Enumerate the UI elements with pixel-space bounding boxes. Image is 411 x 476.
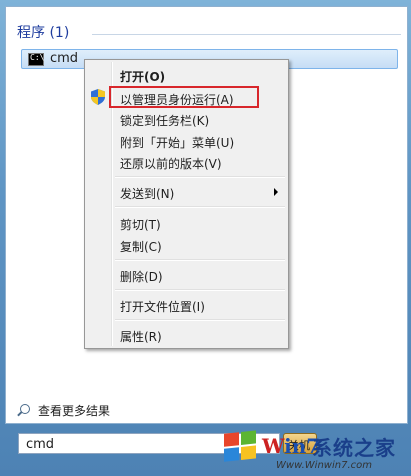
watermark: Win7 系统之家 Www.Winwin7.com (222, 428, 411, 476)
menu-item-properties[interactable]: 属性(R) (120, 328, 162, 345)
menu-item-delete[interactable]: 删除(D) (120, 268, 163, 285)
watermark-url: Www.Winwin7.com (276, 460, 372, 471)
menu-item-open[interactable]: 打开(O) (120, 68, 165, 85)
search-input-value: cmd (26, 437, 55, 452)
search-icon (20, 404, 30, 414)
menu-item-pin-start[interactable]: 附到「开始」菜单(U) (120, 134, 234, 151)
menu-item-cut[interactable]: 剪切(T) (120, 216, 161, 233)
menu-separator (115, 176, 285, 178)
see-more-label: 查看更多结果 (38, 404, 111, 418)
menu-item-send-to[interactable]: 发送到(N) (120, 185, 174, 202)
highlight-annotation-box (109, 86, 259, 108)
menu-item-pin-taskbar[interactable]: 锁定到任务栏(K) (120, 112, 209, 129)
menu-item-restore-versions[interactable]: 还原以前的版本(V) (120, 155, 222, 172)
menu-separator (115, 319, 285, 321)
menu-separator (115, 289, 285, 291)
section-divider (92, 34, 401, 35)
uac-shield-icon (91, 89, 105, 105)
menu-item-open-location[interactable]: 打开文件位置(I) (120, 298, 205, 315)
menu-item-copy[interactable]: 复制(C) (120, 238, 162, 255)
submenu-arrow-icon (274, 188, 278, 196)
watermark-suffix: 系统之家 (312, 436, 396, 460)
menu-separator (115, 206, 285, 208)
menu-separator (115, 259, 285, 261)
windows-logo-icon (224, 430, 258, 464)
program-label: cmd (50, 51, 79, 66)
programs-section-header: 程序 (1) (17, 25, 70, 41)
cmd-icon: C:\ (28, 53, 44, 66)
